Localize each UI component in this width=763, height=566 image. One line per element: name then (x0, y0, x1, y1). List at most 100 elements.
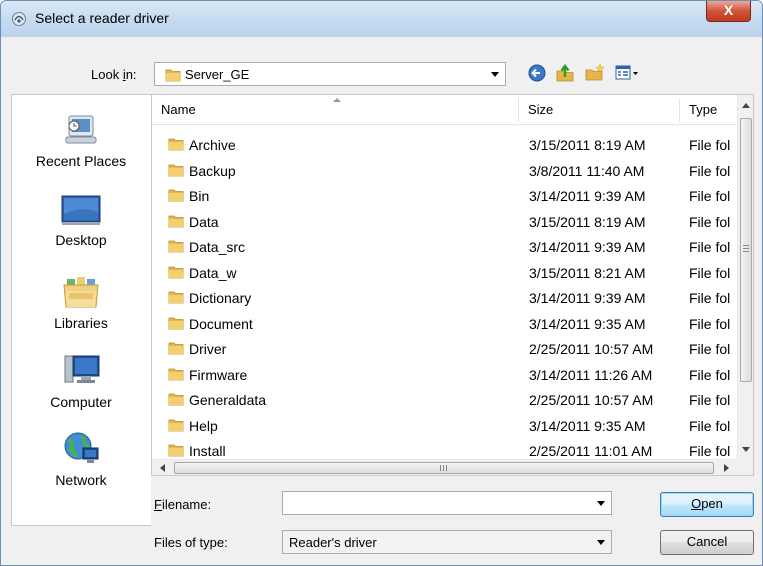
file-name: Backup (189, 162, 236, 179)
column-header-name[interactable]: Name (152, 95, 518, 125)
scroll-thumb[interactable] (174, 462, 714, 474)
scroll-thumb[interactable] (740, 118, 752, 382)
file-name: Install (189, 443, 226, 459)
place-computer[interactable]: Computer (12, 352, 150, 410)
place-label: Desktop (55, 232, 107, 248)
scroll-up-icon[interactable] (742, 103, 750, 108)
file-row[interactable]: Data 3/15/2011 8:19 AM File fol (152, 210, 737, 236)
file-date: 3/14/2011 11:26 AM (529, 366, 653, 383)
folder-icon (168, 266, 184, 278)
folder-icon (168, 317, 184, 329)
file-row[interactable]: Archive 3/15/2011 8:19 AM File fol (152, 133, 737, 159)
file-type: File fol (689, 239, 731, 255)
close-button[interactable]: X (706, 1, 751, 22)
scroll-right-icon[interactable] (724, 464, 729, 472)
vertical-scrollbar[interactable] (737, 95, 753, 459)
file-row[interactable]: Data_w 3/15/2011 8:21 AM File fol (152, 261, 737, 287)
folder-icon (168, 240, 184, 253)
file-date: 2/25/2011 11:01 AM (529, 443, 653, 459)
file-type: File fol (689, 417, 731, 434)
file-date: 3/15/2011 8:19 AM (529, 137, 646, 153)
file-date: 3/14/2011 9:39 AM (529, 188, 646, 204)
look-in-label: Look in: (91, 67, 137, 82)
file-type: File fol (689, 264, 731, 281)
file-list[interactable]: Name Size Type Archive 3/15/2011 8:19 AM F… (151, 94, 754, 476)
view-menu-icon[interactable] (614, 63, 640, 83)
folder-icon (168, 342, 184, 355)
file-row[interactable]: Bin 3/14/2011 9:39 AM File fol (152, 184, 737, 210)
place-desktop[interactable]: Desktop (12, 194, 150, 248)
scroll-down-icon[interactable] (742, 447, 750, 452)
computer-icon (64, 355, 100, 383)
file-name: Dictionary (189, 290, 252, 306)
folder-icon (168, 164, 184, 176)
file-date: 2/25/2011 10:57 AM (529, 341, 654, 357)
scroll-left-icon[interactable] (160, 464, 165, 472)
file-date: 2/25/2011 10:57 AM (529, 392, 654, 408)
place-label: Libraries (54, 315, 108, 331)
column-header-type[interactable]: Type (680, 95, 737, 125)
file-name: Firmware (189, 366, 248, 383)
look-in-value: Server_GE (185, 67, 250, 82)
file-type-dropdown[interactable]: Reader's driver (282, 530, 612, 554)
file-name: Data_w (189, 264, 237, 281)
file-name: Archive (189, 137, 236, 153)
file-date: 3/14/2011 9:35 AM (529, 315, 646, 332)
file-date: 3/8/2011 11:40 AM (529, 162, 645, 179)
title-bar: Select a reader driver X (1, 1, 762, 37)
place-libraries[interactable]: Libraries (12, 273, 150, 331)
file-name: Help (189, 417, 218, 434)
file-type: File fol (689, 137, 731, 153)
file-row[interactable]: Document 3/14/2011 9:35 AM File fol (152, 312, 737, 338)
file-type: File fol (689, 443, 731, 459)
filename-label: Filename: (154, 497, 212, 512)
folder-icon (168, 419, 184, 431)
file-type: File fol (689, 392, 731, 408)
place-label: Recent Places (35, 153, 127, 169)
file-row[interactable]: Backup 3/8/2011 11:40 AM File fol (152, 159, 737, 185)
filename-field[interactable] (282, 491, 612, 515)
file-name: Generaldata (189, 392, 267, 408)
place-network[interactable]: Network (12, 430, 150, 488)
file-rows: Archive 3/15/2011 8:19 AM File fol Backup 3/… (152, 133, 737, 465)
file-name: Document (189, 315, 253, 332)
place-label: Computer (50, 394, 112, 410)
file-type: File fol (689, 162, 731, 179)
scroll-corner (737, 459, 753, 475)
look-in-dropdown[interactable]: Server_GE (154, 62, 506, 86)
file-name: Data (189, 213, 219, 230)
chevron-down-icon[interactable] (597, 501, 605, 506)
file-row[interactable]: Help 3/14/2011 9:35 AM File fol (152, 414, 737, 440)
file-date: 3/14/2011 9:39 AM (529, 290, 646, 306)
network-icon (64, 432, 99, 463)
open-button[interactable]: Open (660, 492, 754, 517)
up-folder-icon[interactable] (554, 63, 576, 83)
file-dialog-window: Select a reader driver X Look in: Server… (0, 0, 763, 566)
column-header-size[interactable]: Size (519, 95, 679, 125)
chevron-down-icon (491, 72, 499, 77)
back-icon[interactable] (527, 63, 549, 83)
grip-icon (743, 245, 749, 252)
libraries-icon (63, 277, 99, 308)
file-row[interactable]: Firmware 3/14/2011 11:26 AM File fol (152, 363, 737, 389)
file-row[interactable]: Driver 2/25/2011 10:57 AM File fol (152, 337, 737, 363)
file-type: File fol (689, 188, 731, 204)
file-row[interactable]: Dictionary 3/14/2011 9:39 AM File fol (152, 286, 737, 312)
file-type: File fol (689, 341, 731, 357)
file-type: File fol (689, 315, 731, 332)
place-label: Network (55, 472, 107, 488)
window-title: Select a reader driver (35, 10, 169, 26)
chevron-down-icon (597, 540, 605, 545)
file-type: File fol (689, 366, 731, 383)
folder-icon (168, 291, 184, 304)
desktop-icon (61, 195, 101, 225)
new-folder-icon[interactable] (584, 63, 606, 83)
horizontal-scrollbar[interactable] (152, 459, 737, 475)
file-date: 3/15/2011 8:19 AM (529, 213, 646, 230)
file-name: Driver (189, 341, 227, 357)
cancel-button[interactable]: Cancel (660, 530, 754, 555)
place-recent-places[interactable]: Recent Places (12, 113, 150, 169)
file-type: File fol (689, 213, 731, 230)
file-row[interactable]: Data_src 3/14/2011 9:39 AM File fol (152, 235, 737, 261)
file-row[interactable]: Generaldata 2/25/2011 10:57 AM File fol (152, 388, 737, 414)
